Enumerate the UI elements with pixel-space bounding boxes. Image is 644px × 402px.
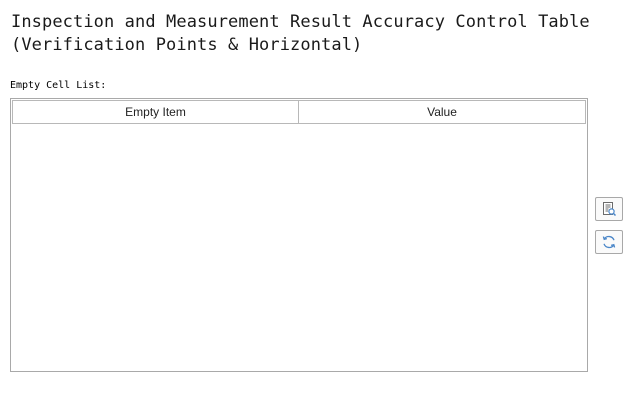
column-header-value[interactable]: Value <box>299 100 586 124</box>
empty-cell-table: Empty Item Value <box>10 98 588 372</box>
empty-cell-list-label: Empty Cell List: <box>10 80 107 91</box>
page-title-line-2: (Verification Points & Horizontal) <box>11 35 363 55</box>
refresh-button[interactable] <box>595 230 623 254</box>
page-title-line-1: Inspection and Measurement Result Accura… <box>11 12 590 32</box>
page-title: Inspection and Measurement Result Accura… <box>11 11 631 57</box>
document-preview-icon <box>603 202 617 217</box>
refresh-icon <box>602 235 616 249</box>
table-header: Empty Item Value <box>12 100 586 124</box>
column-header-empty-item[interactable]: Empty Item <box>12 100 299 124</box>
table-body[interactable] <box>12 125 586 370</box>
preview-button[interactable] <box>595 197 623 221</box>
